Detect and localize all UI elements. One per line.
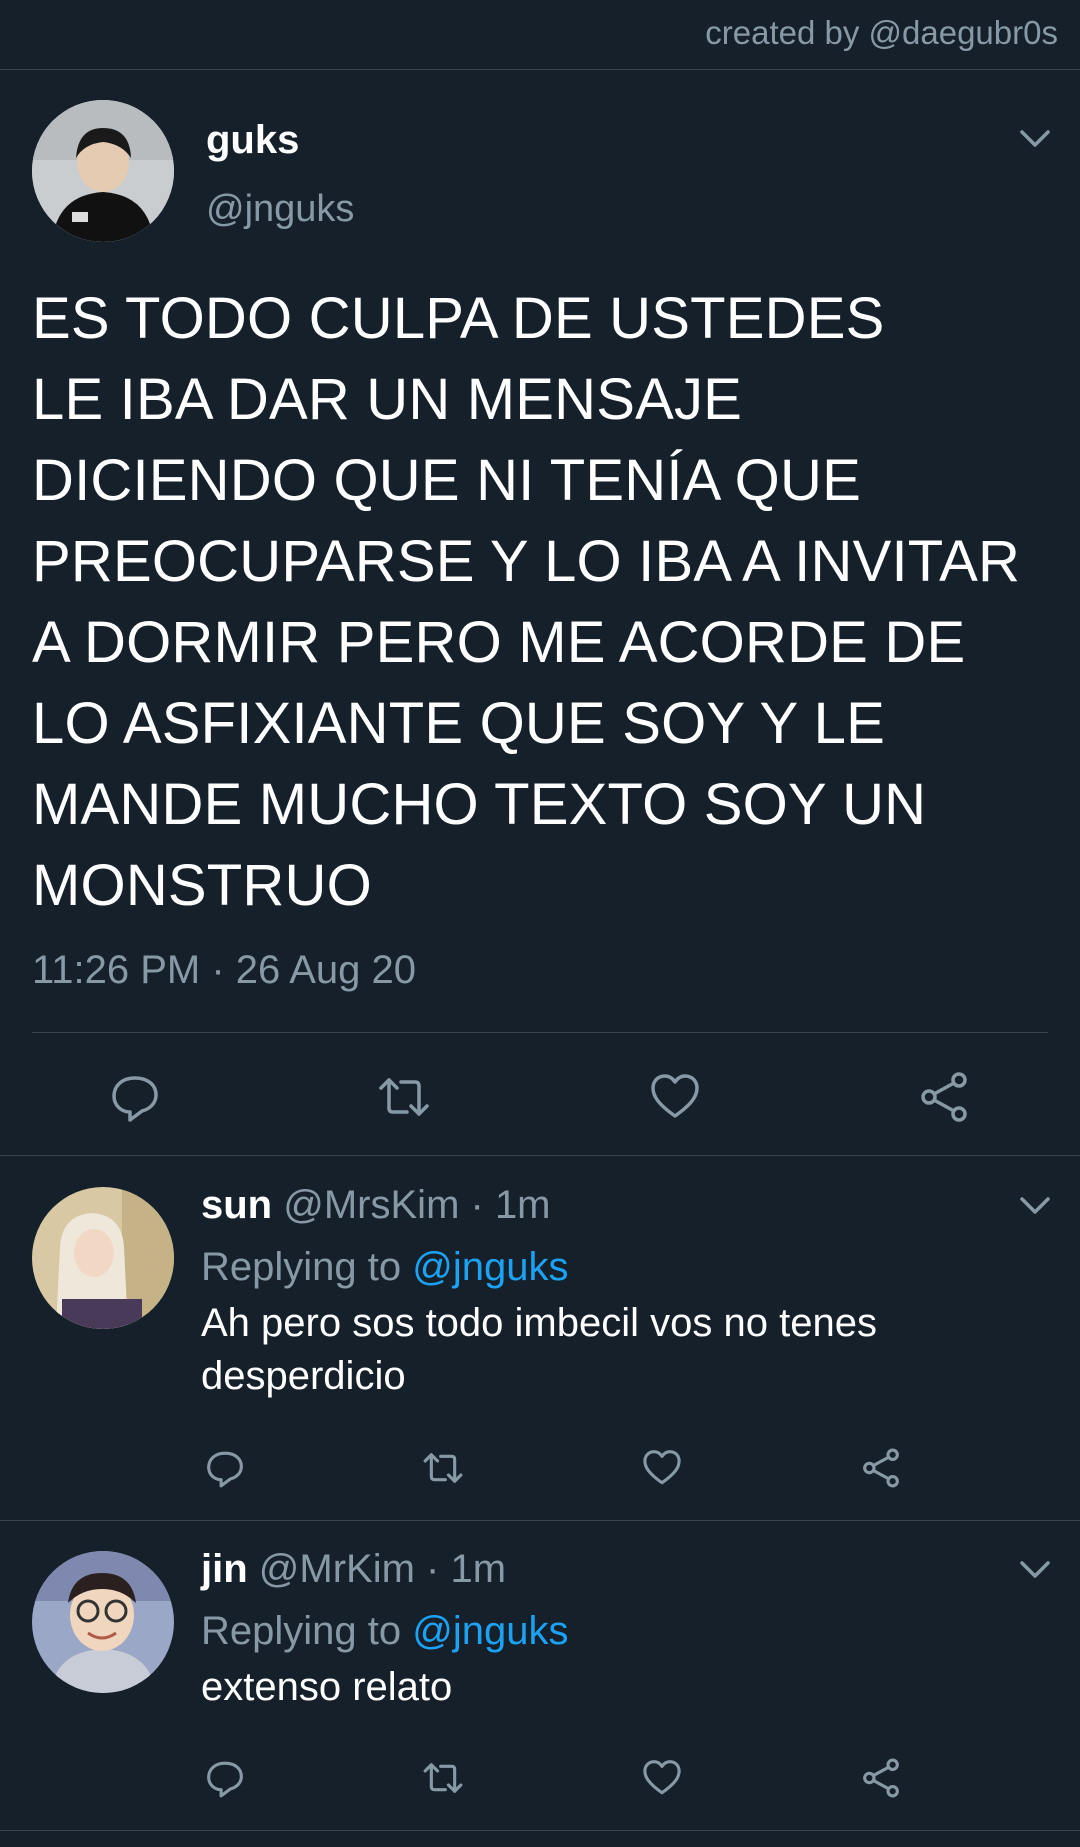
reply-text: extenso relato bbox=[201, 1665, 453, 1709]
share-icon[interactable] bbox=[860, 1757, 902, 1799]
reply-icon[interactable] bbox=[108, 1070, 162, 1124]
display-name[interactable]: sun bbox=[201, 1183, 272, 1227]
user-handle[interactable]: @jnguks bbox=[206, 188, 354, 231]
divider bbox=[32, 1032, 1048, 1033]
tweet-text: ES TODO CULPA DE USTEDES LE IBA DAR UN M… bbox=[32, 286, 1021, 918]
avatar[interactable] bbox=[32, 1187, 174, 1329]
replying-to: Replying to @jnguks bbox=[201, 1609, 568, 1654]
reply-text: Ah pero sos todo imbecil vos no tenes de… bbox=[201, 1301, 877, 1398]
reply-tweet[interactable]: jin @MrKim · 1m Replying to @jnguks exte… bbox=[0, 1521, 1080, 1831]
user-handle[interactable]: @MrKim bbox=[259, 1547, 415, 1591]
credit-text: created by @daegubr0s bbox=[705, 14, 1058, 51]
reply-header: sun @MrsKim · 1m bbox=[201, 1183, 551, 1228]
display-name[interactable]: jin bbox=[201, 1547, 248, 1591]
credit-bar: created by @daegubr0s bbox=[0, 0, 1080, 70]
reply-tweet[interactable]: sun @MrsKim · 1m Replying to @jnguks Ah … bbox=[0, 1157, 1080, 1521]
main-tweet: guks @jnguks ES TODO CULPA DE USTEDES LE… bbox=[0, 70, 1080, 1156]
chevron-down-icon[interactable] bbox=[1018, 128, 1052, 150]
mention-link[interactable]: @jnguks bbox=[412, 1245, 568, 1289]
reply-time[interactable]: · 1m bbox=[459, 1183, 551, 1227]
reply-time[interactable]: · 1m bbox=[415, 1547, 506, 1591]
share-icon[interactable] bbox=[860, 1447, 902, 1489]
reply-icon[interactable] bbox=[204, 1757, 246, 1799]
like-icon[interactable] bbox=[648, 1070, 702, 1124]
reply-header: jin @MrKim · 1m bbox=[201, 1547, 506, 1592]
retweet-icon[interactable] bbox=[422, 1757, 464, 1799]
like-icon[interactable] bbox=[641, 1447, 683, 1489]
retweet-icon[interactable] bbox=[422, 1447, 464, 1489]
reply-icon[interactable] bbox=[204, 1447, 246, 1489]
like-icon[interactable] bbox=[641, 1757, 683, 1799]
chevron-down-icon[interactable] bbox=[1018, 1195, 1052, 1217]
replying-label: Replying to bbox=[201, 1609, 413, 1653]
share-icon[interactable] bbox=[917, 1070, 971, 1124]
user-handle[interactable]: @MrsKim bbox=[283, 1183, 459, 1227]
replying-to: Replying to @jnguks bbox=[201, 1245, 568, 1290]
avatar[interactable] bbox=[32, 1551, 174, 1693]
retweet-icon[interactable] bbox=[377, 1070, 431, 1124]
avatar[interactable] bbox=[32, 100, 174, 242]
display-name[interactable]: guks bbox=[206, 118, 299, 163]
chevron-down-icon[interactable] bbox=[1018, 1559, 1052, 1581]
mention-link[interactable]: @jnguks bbox=[412, 1609, 568, 1653]
tweet-timestamp[interactable]: 11:26 PM · 26 Aug 20 bbox=[32, 948, 416, 993]
replying-label: Replying to bbox=[201, 1245, 413, 1289]
